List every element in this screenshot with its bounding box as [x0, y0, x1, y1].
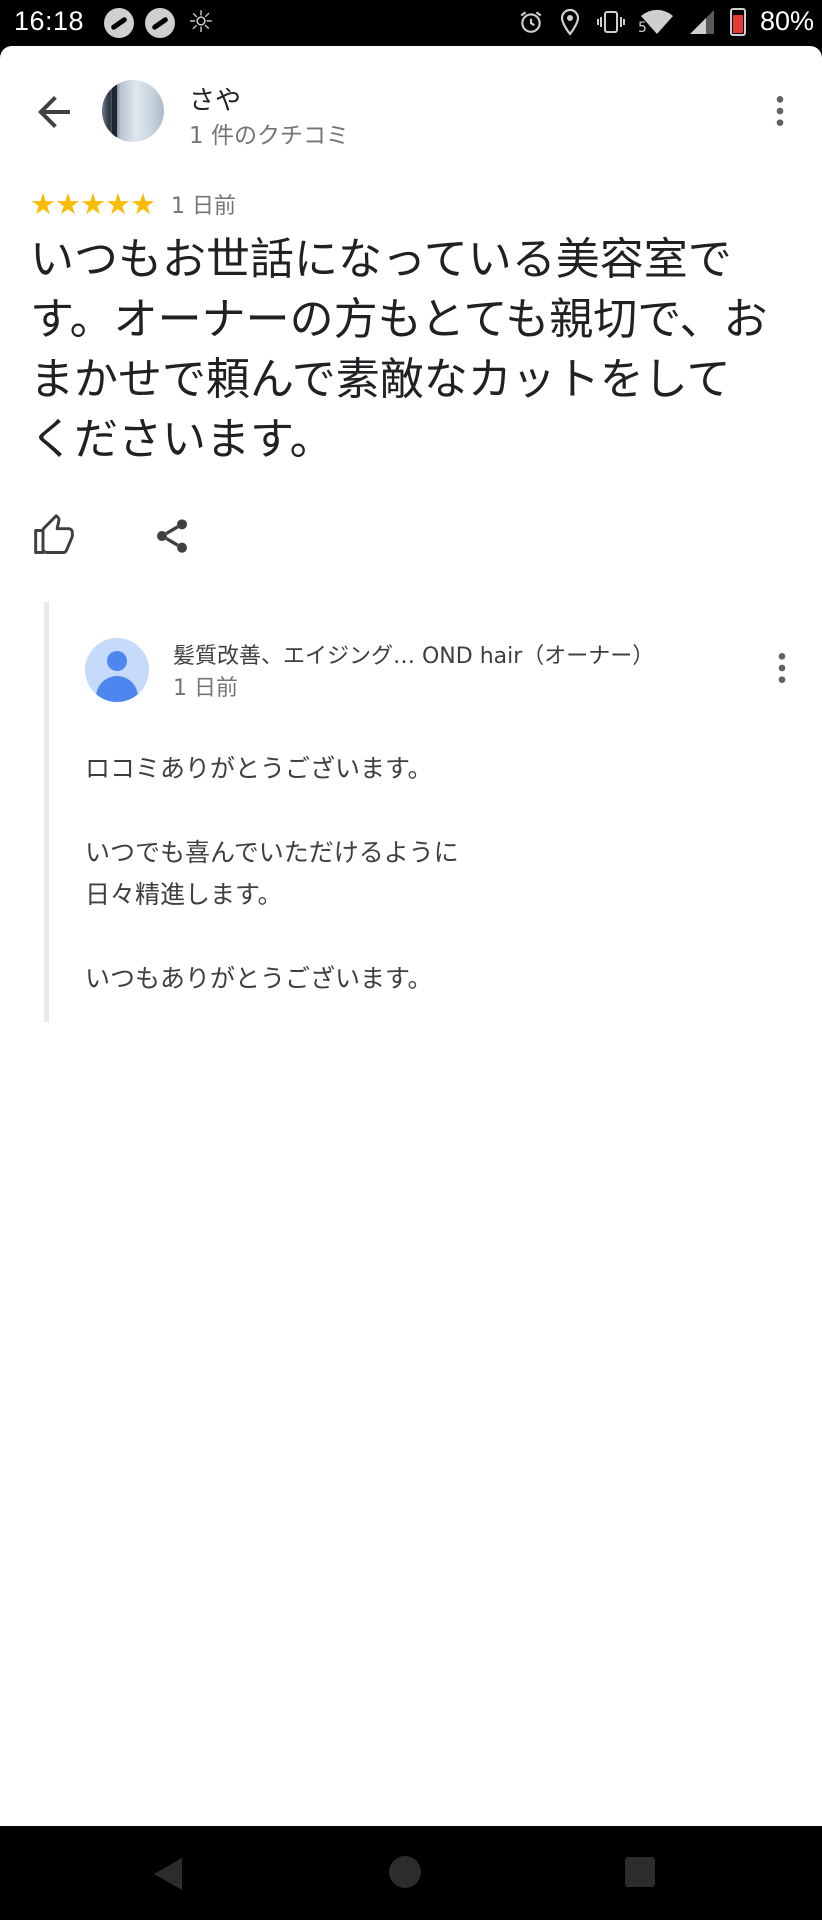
reviewer-name[interactable]: さや — [189, 80, 241, 117]
like-button[interactable] — [32, 514, 80, 562]
review-header: さや 1 件のクチコミ — [0, 46, 822, 176]
review-sheet: さや 1 件のクチコミ ★★★★★ 1 日前 いつもお世話になっている美容室です… — [0, 46, 822, 1826]
status-bar: 16:18 ☼ 5 80% — [0, 0, 822, 46]
nav-back-button[interactable] — [150, 1856, 184, 1892]
share-button[interactable] — [152, 516, 196, 560]
reply-more-options-button[interactable] — [762, 648, 802, 688]
arrow-back-icon — [38, 96, 70, 128]
notification-icons: ☼ — [104, 8, 216, 38]
more-options-button[interactable] — [760, 91, 800, 131]
alarm-icon — [520, 10, 542, 33]
vibrate-icon — [596, 10, 625, 33]
owner-avatar — [85, 638, 149, 702]
reply-line: いつでも喜んでいただけるように — [85, 838, 459, 867]
reviewer-avatar[interactable] — [102, 80, 164, 142]
star-rating: ★★★★★ — [30, 187, 156, 221]
share-icon — [157, 519, 187, 553]
location-icon — [560, 8, 580, 36]
network-label: 5 — [637, 19, 647, 36]
navigation-bar — [0, 1826, 822, 1920]
rating-row: ★★★★★ 1 日前 — [30, 184, 236, 224]
battery-icon — [729, 7, 746, 36]
review-date: 1 日前 — [171, 194, 236, 219]
status-time: 16:18 — [14, 6, 85, 36]
reply-line: ロコミありがとうございます。 — [85, 754, 433, 783]
more-vert-icon — [776, 96, 784, 126]
system-icons: 5 80% — [518, 6, 814, 37]
nav-recents-button[interactable] — [625, 1857, 655, 1887]
review-text: いつもお世話になっている美容室です。オーナーの方もとても親切で、おまかせで頼んで… — [30, 234, 768, 465]
app-notification-icon — [145, 8, 175, 38]
reviewer-review-count: 1 件のクチコミ — [189, 123, 349, 149]
owner-reply: 髪質改善、エイジング… OND hair（オーナー） 1 日前 ロコミありがとう… — [44, 602, 804, 1022]
wifi-icon: 5 — [637, 8, 674, 36]
reply-line: いつもありがとうございます。 — [85, 964, 433, 993]
app-notification-icon — [104, 8, 134, 38]
thumb-up-icon — [34, 514, 74, 554]
back-button[interactable] — [30, 88, 78, 136]
reply-date: 1 日前 — [173, 676, 238, 701]
brightness-icon: ☼ — [187, 5, 215, 40]
signal-icon — [689, 9, 714, 34]
more-vert-icon — [778, 653, 786, 683]
battery-percent: 80% — [759, 6, 814, 36]
reply-line: 日々精進します。 — [85, 880, 283, 909]
owner-name: 髪質改善、エイジング… OND hair（オーナー） — [173, 644, 655, 669]
reply-text: ロコミありがとうございます。 いつでも喜んでいただけるように 日々精進します。 … — [85, 748, 685, 1000]
nav-home-button[interactable] — [389, 1856, 421, 1888]
